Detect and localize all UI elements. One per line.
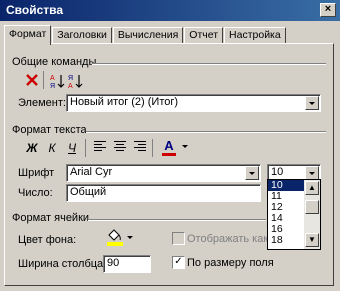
close-button[interactable]: × <box>320 3 336 17</box>
align-center-button[interactable] <box>112 140 128 156</box>
show-as-label: Отображать как <box>187 233 269 245</box>
chevron-down-icon[interactable] <box>305 96 319 110</box>
background-color-label: Цвет фона: <box>18 234 77 246</box>
chevron-down-icon[interactable] <box>305 166 319 180</box>
fill-color-dropdown-icon[interactable] <box>127 236 133 240</box>
align-left-icon <box>94 141 106 151</box>
number-label: Число: <box>18 187 53 199</box>
number-format-field[interactable]: Общий <box>66 184 261 202</box>
common-commands-label: Общие команды <box>12 56 97 68</box>
divider <box>86 131 326 133</box>
paint-bucket-icon <box>108 229 121 241</box>
underline-button[interactable]: Ч <box>64 140 80 156</box>
tab-format[interactable]: Формат <box>4 25 52 45</box>
scroll-down-button[interactable]: ▼ <box>305 233 319 247</box>
element-value: Новый итог (2) (Итог) <box>70 96 179 108</box>
font-label: Шрифт <box>18 167 55 179</box>
autofit-checkbox[interactable]: ✓ <box>172 256 185 269</box>
align-left-button[interactable] <box>92 140 108 156</box>
tab-settings[interactable]: Настройка <box>224 27 286 44</box>
divider <box>88 219 266 221</box>
element-dropdown[interactable]: Новый итог (2) (Итог) <box>66 94 321 112</box>
align-right-icon <box>134 141 146 151</box>
window-title: Свойства <box>6 3 64 17</box>
font-color-icon: A <box>164 138 174 153</box>
text-format-label: Формат текста <box>12 124 87 136</box>
font-size-value: 10 <box>271 166 284 178</box>
toolbar-separator <box>43 71 44 89</box>
divider <box>92 63 326 65</box>
close-icon: × <box>324 3 332 15</box>
column-width-label: Ширина столбца: <box>18 258 107 270</box>
font-color-button[interactable]: A <box>160 138 178 156</box>
title-bar: Свойства <box>0 0 340 21</box>
sort-ascending-button[interactable]: A Я <box>50 73 66 90</box>
toolbar-separator <box>85 139 86 157</box>
sort-descending-icon: Я A <box>68 75 83 90</box>
delete-button[interactable] <box>24 73 40 89</box>
checkmark-icon: ✓ <box>174 256 183 267</box>
align-right-button[interactable] <box>132 140 148 156</box>
fill-color-swatch <box>107 242 123 246</box>
svg-text:Я: Я <box>50 83 55 89</box>
column-width-value: 90 <box>107 257 120 269</box>
tab-report[interactable]: Отчет <box>184 27 224 44</box>
font-size-list[interactable]: 10 11 12 14 16 18 ▲ ▼ <box>267 179 321 250</box>
delete-x-icon <box>26 74 38 86</box>
scroll-up-button[interactable]: ▲ <box>305 181 319 195</box>
svg-text:A: A <box>68 83 73 89</box>
element-label: Элемент: <box>18 97 66 109</box>
chevron-down-icon[interactable] <box>245 166 259 180</box>
font-color-swatch <box>162 153 176 156</box>
column-width-field[interactable]: 90 <box>103 255 151 273</box>
sort-descending-button[interactable]: Я A <box>68 73 84 90</box>
font-color-dropdown-icon[interactable] <box>182 145 188 149</box>
font-value: Arial Cyr <box>70 166 113 178</box>
toolbar-separator <box>152 139 153 157</box>
autofit-label: По размеру поля <box>187 257 274 269</box>
tab-strip: Формат Заголовки Вычисления Отчет Настро… <box>4 25 287 45</box>
fill-color-button[interactable] <box>106 228 124 248</box>
bold-button[interactable]: Ж <box>24 140 40 156</box>
show-as-checkbox[interactable] <box>172 232 185 245</box>
align-center-icon <box>114 141 126 151</box>
svg-text:A: A <box>50 75 55 82</box>
sort-ascending-icon: A Я <box>50 75 65 90</box>
svg-text:Я: Я <box>68 75 73 82</box>
cell-format-label: Формат ячейки <box>12 212 90 224</box>
scroll-thumb[interactable] <box>305 200 319 214</box>
font-dropdown[interactable]: Arial Cyr <box>66 164 261 182</box>
italic-button[interactable]: К <box>44 140 60 156</box>
number-value: Общий <box>70 186 107 198</box>
tab-calculations[interactable]: Вычисления <box>112 27 184 44</box>
tab-headings[interactable]: Заголовки <box>52 27 112 44</box>
